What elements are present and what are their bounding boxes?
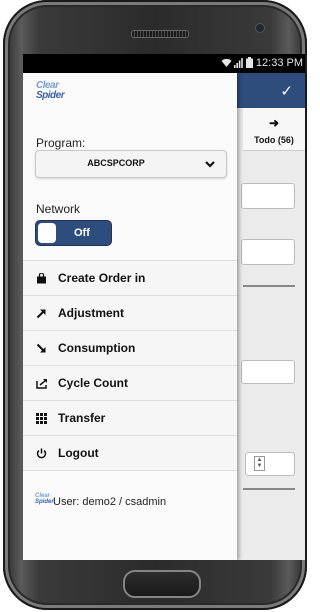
background-divider: [243, 488, 295, 490]
todo-tab[interactable]: ➜ Todo (56): [243, 108, 305, 151]
check-icon[interactable]: ✓: [280, 82, 293, 100]
arrow-right-icon: ➜: [268, 116, 280, 130]
arrow-up-right-icon: [35, 307, 48, 320]
toggle-knob[interactable]: [38, 223, 56, 243]
grid-icon: [35, 412, 48, 425]
menu-item-consumption[interactable]: Consumption: [23, 330, 237, 365]
clearspider-logo: Clear Spider: [35, 493, 54, 508]
menu-label: Logout: [58, 446, 99, 460]
home-button[interactable]: [123, 570, 201, 598]
speaker-grille: [131, 30, 189, 38]
logo-text: Spider: [36, 90, 65, 101]
power-icon: [35, 447, 48, 460]
battery-icon: [246, 57, 253, 68]
program-value: ABCSPCORP: [87, 158, 145, 168]
background-field[interactable]: [241, 183, 295, 209]
menu-label: Transfer: [58, 411, 106, 425]
background-field[interactable]: [241, 360, 295, 384]
status-bar: 12:33 PM: [23, 54, 305, 73]
chevron-down-icon: [204, 157, 216, 175]
arrow-down-right-icon: [35, 342, 48, 355]
background-field[interactable]: [241, 239, 295, 265]
clearspider-logo: Clear Spider: [36, 81, 65, 105]
menu-item-cycle-count[interactable]: Cycle Count: [23, 365, 237, 400]
cycle-count-icon: [35, 377, 48, 390]
user-info: Clear Spider User: demo2 / csadmin: [35, 493, 167, 508]
network-toggle[interactable]: Off: [35, 220, 112, 246]
logo-text: Spider: [35, 499, 54, 505]
menu-item-create-order[interactable]: Create Order in: [23, 260, 237, 295]
menu-item-adjustment[interactable]: Adjustment: [23, 295, 237, 330]
shopping-bag-icon: [35, 272, 48, 285]
navigation-drawer: Clear Spider Program: ABCSPCORP Network …: [23, 73, 237, 560]
stepper-icon[interactable]: ▲ ▼: [254, 456, 265, 471]
drawer-menu: Create Order in Adjustment Consumption C…: [23, 260, 237, 471]
screen: 12:33 PM ✓ ➜ Todo (56) ▲▼ Clear Spider: [23, 54, 305, 560]
todo-label: Todo (56): [254, 135, 294, 145]
menu-label: Cycle Count: [58, 376, 129, 390]
status-icons: [221, 57, 253, 68]
menu-item-transfer[interactable]: Transfer: [23, 400, 237, 435]
wifi-icon: [221, 58, 232, 68]
signal-icon: [234, 58, 243, 68]
toggle-state: Off: [74, 227, 90, 239]
front-camera: [256, 24, 264, 32]
quantity-stepper[interactable]: ▲ ▼: [245, 452, 295, 476]
program-select[interactable]: ABCSPCORP: [35, 150, 227, 178]
phone-frame: 12:33 PM ✓ ➜ Todo (56) ▲▼ Clear Spider: [3, 0, 307, 610]
user-label: User: demo2 / csadmin: [53, 495, 167, 508]
menu-item-logout[interactable]: Logout: [23, 435, 237, 471]
network-label: Network: [36, 202, 81, 216]
menu-label: Create Order in: [58, 271, 146, 285]
background-divider: [243, 285, 295, 287]
menu-label: Adjustment: [58, 306, 124, 320]
program-label: Program:: [36, 136, 86, 150]
status-time: 12:33 PM: [255, 57, 303, 69]
menu-label: Consumption: [58, 341, 136, 355]
